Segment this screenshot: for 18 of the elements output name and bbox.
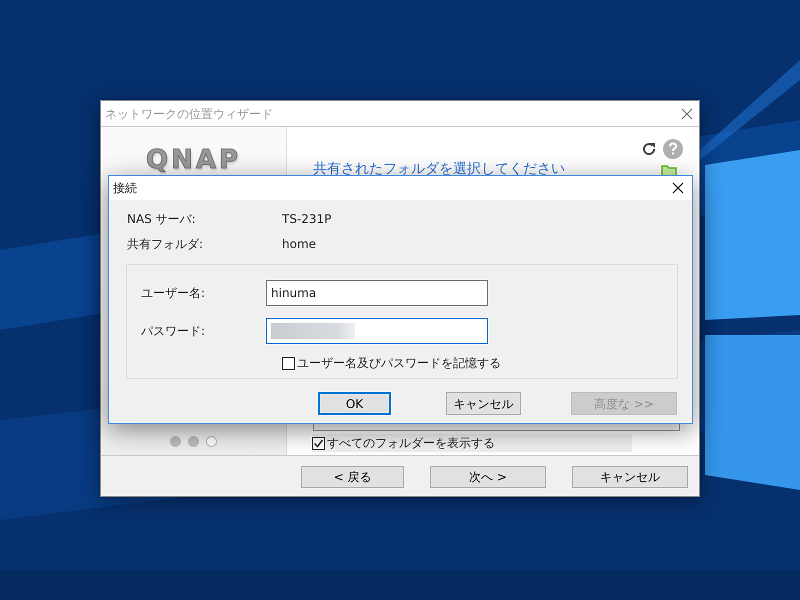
heading: 共有されたフォルダを選択してください [313,160,565,179]
dialog-button[interactable]: OK [318,392,392,415]
info-value: TS-231P [282,210,332,228]
info-value: home [282,236,316,252]
field-label: パスワード: [140,323,206,340]
info-label: NAS サーバ: [127,210,197,228]
wizard-button[interactable]: キャンセル [572,466,688,488]
logo: QNAP [146,145,242,175]
show-all-checkbox[interactable]: すべてのフォルダーを表示する [312,434,632,452]
field-label: ユーザー名: [140,285,206,302]
dialog-title: 接続 [113,180,137,197]
wizard-button[interactable]: < 戻る [301,466,404,488]
username-field[interactable]: hinuma [266,280,488,306]
dialog-button[interactable]: キャンセル [446,392,522,415]
window-title: ネットワークの位置ウィザード [105,106,273,122]
info-label: 共有フォルダ: [127,236,204,252]
remember-checkbox[interactable]: ユーザー名及びパスワードを記憶する [282,354,677,372]
wizard-button[interactable]: 次へ > [430,466,546,488]
